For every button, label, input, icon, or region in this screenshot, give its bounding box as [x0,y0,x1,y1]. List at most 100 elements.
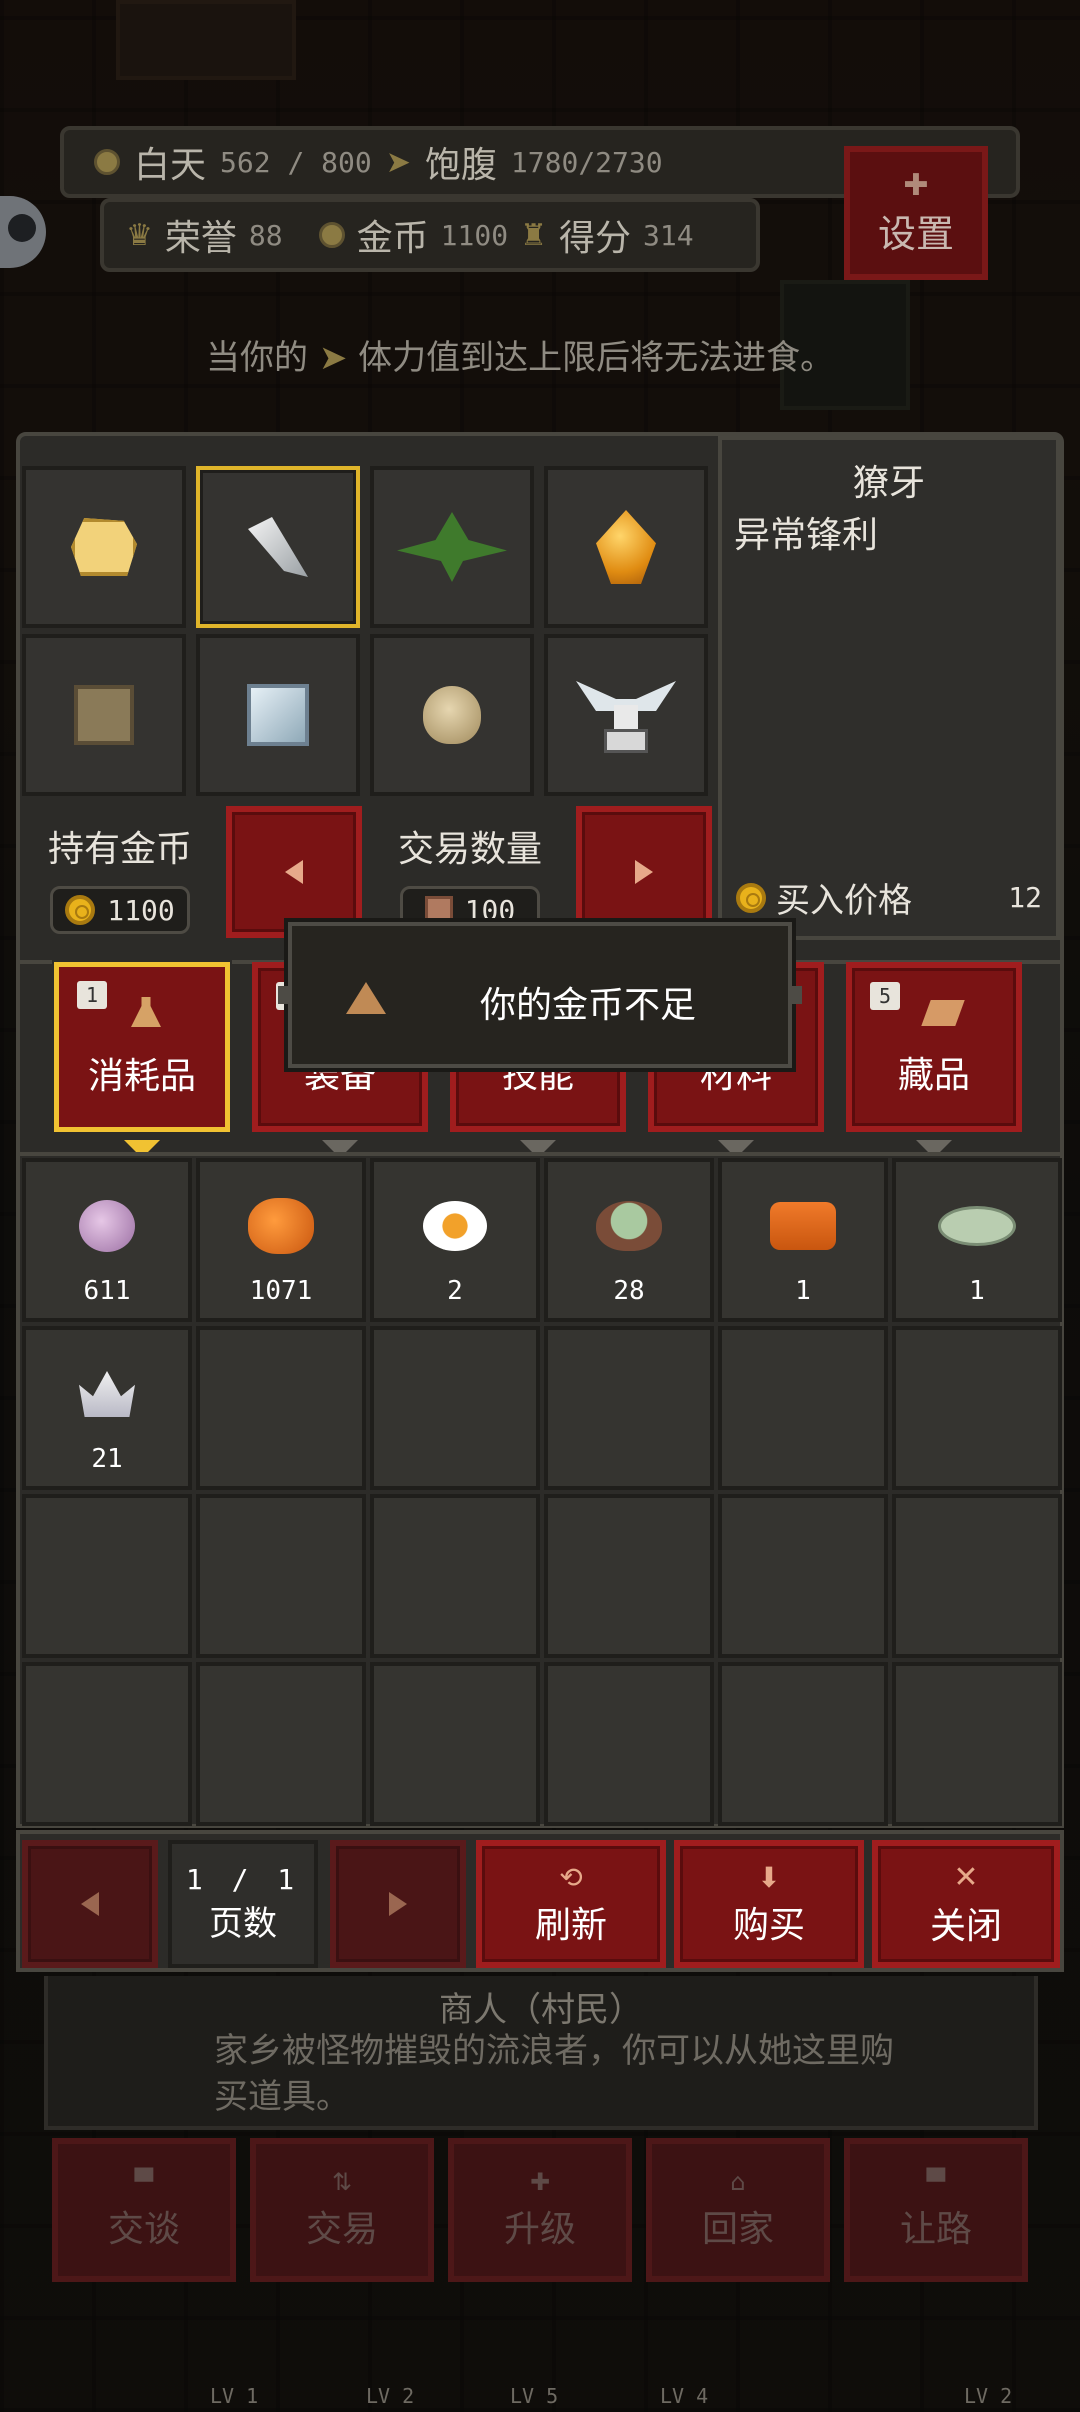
scroll-icon [921,1000,965,1026]
action-bar: 1 / 1 页数 ⟲ 刷新 ⬇ 购买 ✕ 关闭 [16,1830,1064,1972]
crown-honor-icon: ♛ [126,217,153,253]
item-description: 异常锋利 [734,515,879,556]
warning-message: 你的金币不足 [480,985,697,1026]
coin-icon [65,895,96,925]
speech-icon: ▀ [926,2168,946,2196]
shop-slot-3[interactable] [370,466,534,628]
buy-button[interactable]: ⬇ 购买 [674,1840,864,1968]
speech-icon: ▀ [134,2168,154,2196]
level-label: LV 4 [660,2384,709,2408]
inventory-slot[interactable] [370,1662,540,1826]
inventory-slot[interactable] [196,1326,366,1490]
shop-slot-1[interactable] [22,466,186,628]
inventory-slot[interactable] [196,1662,366,1826]
item-count: 1 [795,1276,811,1306]
hint-text: 当你的 ➤ 体力值到达上限后将无法进食。 [206,338,835,378]
item-count: 611 [83,1276,131,1306]
trophy-icon: ♜ [520,217,547,253]
menu-upgrade-button[interactable]: ✚ 升级 [448,2138,632,2282]
gold-nugget-icon [71,518,137,576]
level-label: LV 5 [510,2384,559,2408]
crate-icon [424,896,453,924]
turnip-icon [79,1200,135,1252]
next-page-button[interactable] [330,1840,466,1968]
warning-toast: 你的金币不足 [278,918,802,1072]
inventory-slot[interactable]: 1071 [196,1158,366,1322]
page-label: 页数 [209,1904,277,1944]
coins-value: 1100 [440,218,509,252]
item-name: 獠牙 [852,463,925,504]
shop-slot-7[interactable] [370,634,534,796]
settings-button[interactable]: ✚ 设置 [844,146,988,280]
inventory-slot[interactable] [892,1494,1062,1658]
arrow-left-icon [285,860,303,884]
level-label: LV 2 [366,2384,415,2408]
soup-bowl-icon [596,1201,662,1251]
day-label: 白天 [134,145,207,186]
page-indicator: 1 / 1 页数 [168,1840,318,1968]
quantity-increase-button[interactable] [576,806,712,938]
level-label: LV 2 [964,2384,1013,2408]
trade-quantity: 交易数量 100 [372,800,568,934]
prev-page-button[interactable] [22,1840,158,1968]
menu-home-button[interactable]: ⌂ 回家 [646,2138,830,2282]
wrench-icon: ✚ [903,168,929,203]
potion-icon [131,997,161,1027]
inventory-slot[interactable] [718,1494,888,1658]
inventory-slot[interactable]: 1 [718,1158,888,1322]
sun-icon [94,149,120,175]
inventory-slot[interactable] [718,1662,888,1826]
refresh-button[interactable]: ⟲ 刷新 [476,1840,666,1968]
inventory-slot[interactable]: 21 [22,1326,192,1490]
inventory-slot[interactable]: 28 [544,1158,714,1322]
menu-talk-button[interactable]: ▀ 交谈 [52,2138,236,2282]
held-gold: 持有金币 1100 [22,800,218,934]
hunger-value: 1780/2730 [510,145,663,179]
inventory-slot[interactable]: 2 [370,1158,540,1322]
npc-description: 家乡被怪物摧毁的流浪者，你可以从她这里购买道具。 [214,2031,894,2117]
category-tab-consumables[interactable]: 1 消耗品 [54,962,230,1158]
held-gold-value-box: 1100 [50,886,190,934]
inventory-slot[interactable]: 1 [892,1158,1062,1322]
inventory-slot[interactable] [544,1494,714,1658]
inventory-slot[interactable] [892,1662,1062,1826]
shop-slot-2[interactable] [196,466,360,628]
arrow-left-icon [81,1892,99,1916]
inventory-slot[interactable]: 611 [22,1158,192,1322]
day-value: 562 / 800 [220,145,372,179]
shop-slot-4[interactable] [544,466,708,628]
inventory-slot[interactable] [196,1494,366,1658]
quantity-decrease-button[interactable] [226,806,362,938]
crown-icon [79,1371,135,1417]
shop-slot-8[interactable] [544,634,708,796]
inventory-slot[interactable] [370,1494,540,1658]
exchange-icon: ⇅ [331,2168,353,2196]
inventory-slot[interactable] [892,1326,1062,1490]
score-label: 得分 [559,218,632,259]
shop-slot-5[interactable] [22,634,186,796]
menu-yield-button[interactable]: ▀ 让路 [844,2138,1028,2282]
item-count: 28 [613,1276,645,1306]
garlic-icon [423,686,481,744]
inventory-slot[interactable] [22,1662,192,1826]
item-description-panel: 獠牙 异常锋利 买入价格 12 [718,436,1060,940]
warning-icon [346,982,386,1014]
hunger-label: 饱腹 [424,145,497,186]
category-tab-collectibles[interactable]: 5 藏品 [846,962,1022,1158]
inventory-slot[interactable] [544,1662,714,1826]
inventory-slot[interactable] [718,1326,888,1490]
game-screen: { "status": { "day_label": "白天", "day_va… [0,0,1080,2412]
hunger-icon: ➤ [385,144,411,180]
home-icon: ⌂ [730,2168,746,2196]
npc-name: 商人（村民） [439,1990,643,2030]
menu-trade-button[interactable]: ⇅ 交易 [250,2138,434,2282]
refresh-icon: ⟲ [559,1860,583,1894]
inventory-slot[interactable] [544,1326,714,1490]
buy-price-value: 12 [1008,881,1042,914]
held-gold-label: 持有金币 [47,829,192,870]
held-gold-value: 1100 [107,893,175,927]
close-button[interactable]: ✕ 关闭 [872,1840,1060,1968]
inventory-slot[interactable] [370,1326,540,1490]
shop-slot-6[interactable] [196,634,360,796]
inventory-slot[interactable] [22,1494,192,1658]
